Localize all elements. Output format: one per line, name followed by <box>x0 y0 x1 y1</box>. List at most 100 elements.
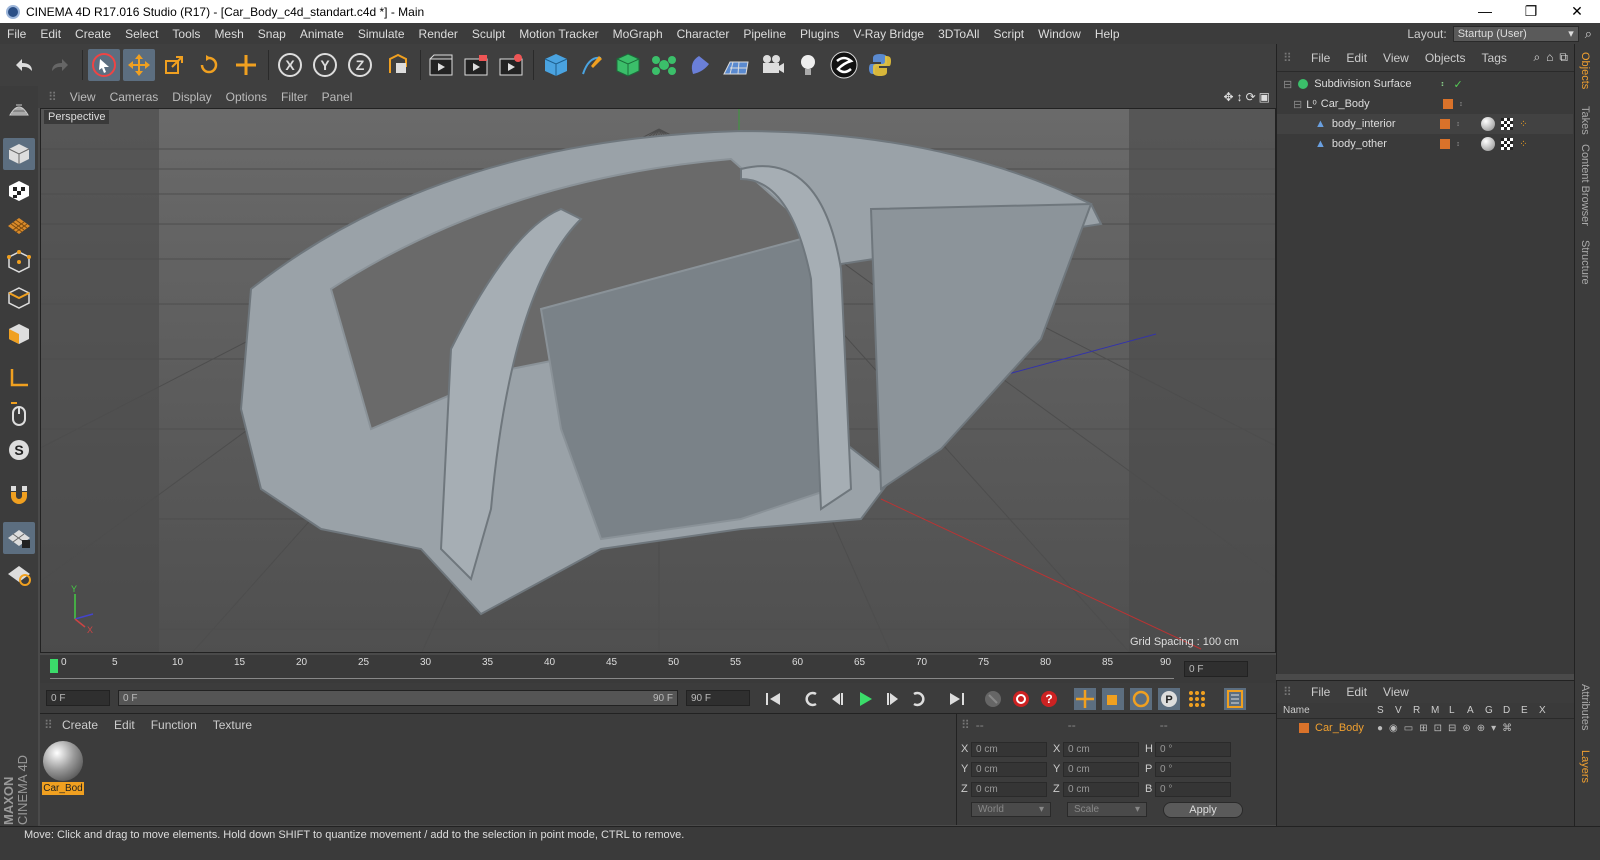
layer-menu-edit[interactable]: Edit <box>1338 685 1375 699</box>
viewport-maximize-icon[interactable]: ▣ <box>1259 90 1270 104</box>
axis-mode-icon[interactable] <box>3 362 35 394</box>
size-x-field[interactable]: 0 cm <box>1063 741 1139 757</box>
current-frame-field[interactable]: 0 F <box>1184 661 1248 677</box>
visibility-toggle-icon[interactable]: ⠆ <box>1440 79 1447 90</box>
previous-frame-icon[interactable] <box>826 688 848 710</box>
menu-animate[interactable]: Animate <box>293 27 351 41</box>
tab-content-browser[interactable]: Content Browser <box>1579 144 1591 226</box>
key-rotation-icon[interactable] <box>1130 688 1152 710</box>
polygons-mode-icon[interactable] <box>3 318 35 350</box>
lock-workplane-icon[interactable] <box>3 522 35 554</box>
menu-character[interactable]: Character <box>670 27 737 41</box>
timeline-window-icon[interactable] <box>1224 688 1246 710</box>
model-mode-icon[interactable] <box>3 138 35 170</box>
points-mode-icon[interactable] <box>3 246 35 278</box>
size-z-field[interactable]: 0 cm <box>1063 781 1139 797</box>
go-to-start-icon[interactable] <box>762 688 784 710</box>
menu-snap[interactable]: Snap <box>251 27 293 41</box>
perspective-viewport[interactable]: Y X <box>40 108 1276 653</box>
maximize-button[interactable]: ❐ <box>1508 3 1554 20</box>
search-icon[interactable]: ⌕ <box>1533 50 1540 65</box>
minimize-button[interactable]: — <box>1462 3 1508 20</box>
material-menu-edit[interactable]: Edit <box>106 718 143 732</box>
move-tool-icon[interactable] <box>123 49 155 81</box>
uvw-tag-icon[interactable] <box>1501 118 1514 130</box>
selection-tag-icon[interactable]: ⁘ <box>1519 119 1527 130</box>
layer-col-view[interactable]: V <box>1395 705 1413 716</box>
edges-mode-icon[interactable] <box>3 282 35 314</box>
menu-simulate[interactable]: Simulate <box>351 27 412 41</box>
start-frame-field[interactable]: 0 F <box>46 690 110 706</box>
material-menu-create[interactable]: Create <box>54 718 106 732</box>
texture-mode-icon[interactable] <box>3 175 35 207</box>
viewport-menu-display[interactable]: Display <box>165 90 218 104</box>
size-y-field[interactable]: 0 cm <box>1063 761 1139 777</box>
enabled-check-icon[interactable]: ✓ <box>1454 78 1463 91</box>
render-view-icon[interactable] <box>425 49 457 81</box>
z-axis-lock-icon[interactable]: Z <box>344 49 376 81</box>
previous-key-icon[interactable] <box>800 688 822 710</box>
rotation-h-field[interactable]: 0 ° <box>1155 741 1231 757</box>
viewport-menu-panel[interactable]: Panel <box>315 90 360 104</box>
deformer-icon[interactable] <box>684 49 716 81</box>
snap-icon[interactable]: S <box>3 434 35 466</box>
object-menu-view[interactable]: View <box>1375 51 1417 65</box>
vray-icon[interactable] <box>828 49 860 81</box>
position-z-field[interactable]: 0 cm <box>971 781 1047 797</box>
collapse-icon[interactable]: ⊟ <box>1283 78 1292 91</box>
layer-col-animation[interactable]: A <box>1467 705 1485 716</box>
visibility-toggle-icon[interactable]: ⠆ <box>1456 119 1463 130</box>
collapse-icon[interactable]: ⊟ <box>1293 98 1302 111</box>
tab-layers[interactable]: Layers <box>1579 750 1591 783</box>
recent-tool-icon[interactable] <box>230 49 262 81</box>
size-mode-select[interactable]: Scale ▾ <box>1067 802 1147 817</box>
planar-workplane-icon[interactable] <box>3 558 35 590</box>
magnet-icon[interactable] <box>3 478 35 510</box>
material-menu-texture[interactable]: Texture <box>205 718 260 732</box>
python-icon[interactable] <box>864 49 896 81</box>
layer-col-xref[interactable]: X <box>1539 705 1557 716</box>
tab-takes[interactable]: Takes <box>1579 106 1591 135</box>
layer-color-icon[interactable] <box>1442 99 1453 109</box>
object-menu-file[interactable]: File <box>1303 51 1338 65</box>
viewport-menu-cameras[interactable]: Cameras <box>103 90 166 104</box>
menu-script[interactable]: Script <box>986 27 1031 41</box>
viewport-rotate-icon[interactable]: ⟳ <box>1246 90 1256 104</box>
rotation-b-field[interactable]: 0 ° <box>1155 781 1231 797</box>
autokey-help-icon[interactable]: ? <box>1038 688 1060 710</box>
end-frame-field[interactable]: 90 F <box>686 690 750 706</box>
layer-col-expressions[interactable]: E <box>1521 705 1539 716</box>
menu-mesh[interactable]: Mesh <box>207 27 250 41</box>
play-icon[interactable] <box>854 688 876 710</box>
viewport-menu-filter[interactable]: Filter <box>274 90 315 104</box>
layer-color-icon[interactable] <box>1439 139 1450 149</box>
material-tag-icon[interactable] <box>1481 117 1496 131</box>
light-icon[interactable] <box>792 49 824 81</box>
viewport-pan-icon[interactable]: ✥ <box>1224 90 1234 104</box>
layer-flags-icons[interactable]: ●◉▭⊞⊡⊟⊛⊕▾⌘ <box>1377 723 1518 734</box>
position-y-field[interactable]: 0 cm <box>971 761 1047 777</box>
key-parameter-icon[interactable]: P <box>1158 688 1180 710</box>
render-picture-viewer-icon[interactable] <box>460 49 492 81</box>
make-editable-icon[interactable] <box>3 92 35 124</box>
rotate-tool-icon[interactable] <box>193 49 225 81</box>
menu-select[interactable]: Select <box>118 27 165 41</box>
layer-col-locked[interactable]: L <box>1449 705 1467 716</box>
floor-icon[interactable] <box>720 49 752 81</box>
go-to-end-icon[interactable] <box>946 688 968 710</box>
menu-window[interactable]: Window <box>1031 27 1088 41</box>
object-row-body-interior[interactable]: ▲ body_interior ⠆ ⁘ <box>1277 114 1573 134</box>
scale-tool-icon[interactable] <box>158 49 190 81</box>
menu-help[interactable]: Help <box>1088 27 1127 41</box>
viewport-menu-view[interactable]: View <box>63 90 103 104</box>
position-x-field[interactable]: 0 cm <box>971 741 1047 757</box>
object-menu-tags[interactable]: Tags <box>1474 51 1515 65</box>
menu-vray-bridge[interactable]: V-Ray Bridge <box>846 27 931 41</box>
record-keys-disabled-icon[interactable] <box>982 688 1004 710</box>
workplane-icon[interactable] <box>3 210 35 242</box>
search-icon[interactable]: ⌕ <box>1585 26 1592 42</box>
rotation-p-field[interactable]: 0 ° <box>1155 761 1231 777</box>
playhead-marker[interactable] <box>50 659 58 673</box>
new-window-icon[interactable]: ⧉ <box>1559 50 1568 65</box>
key-scale-icon[interactable] <box>1102 688 1124 710</box>
